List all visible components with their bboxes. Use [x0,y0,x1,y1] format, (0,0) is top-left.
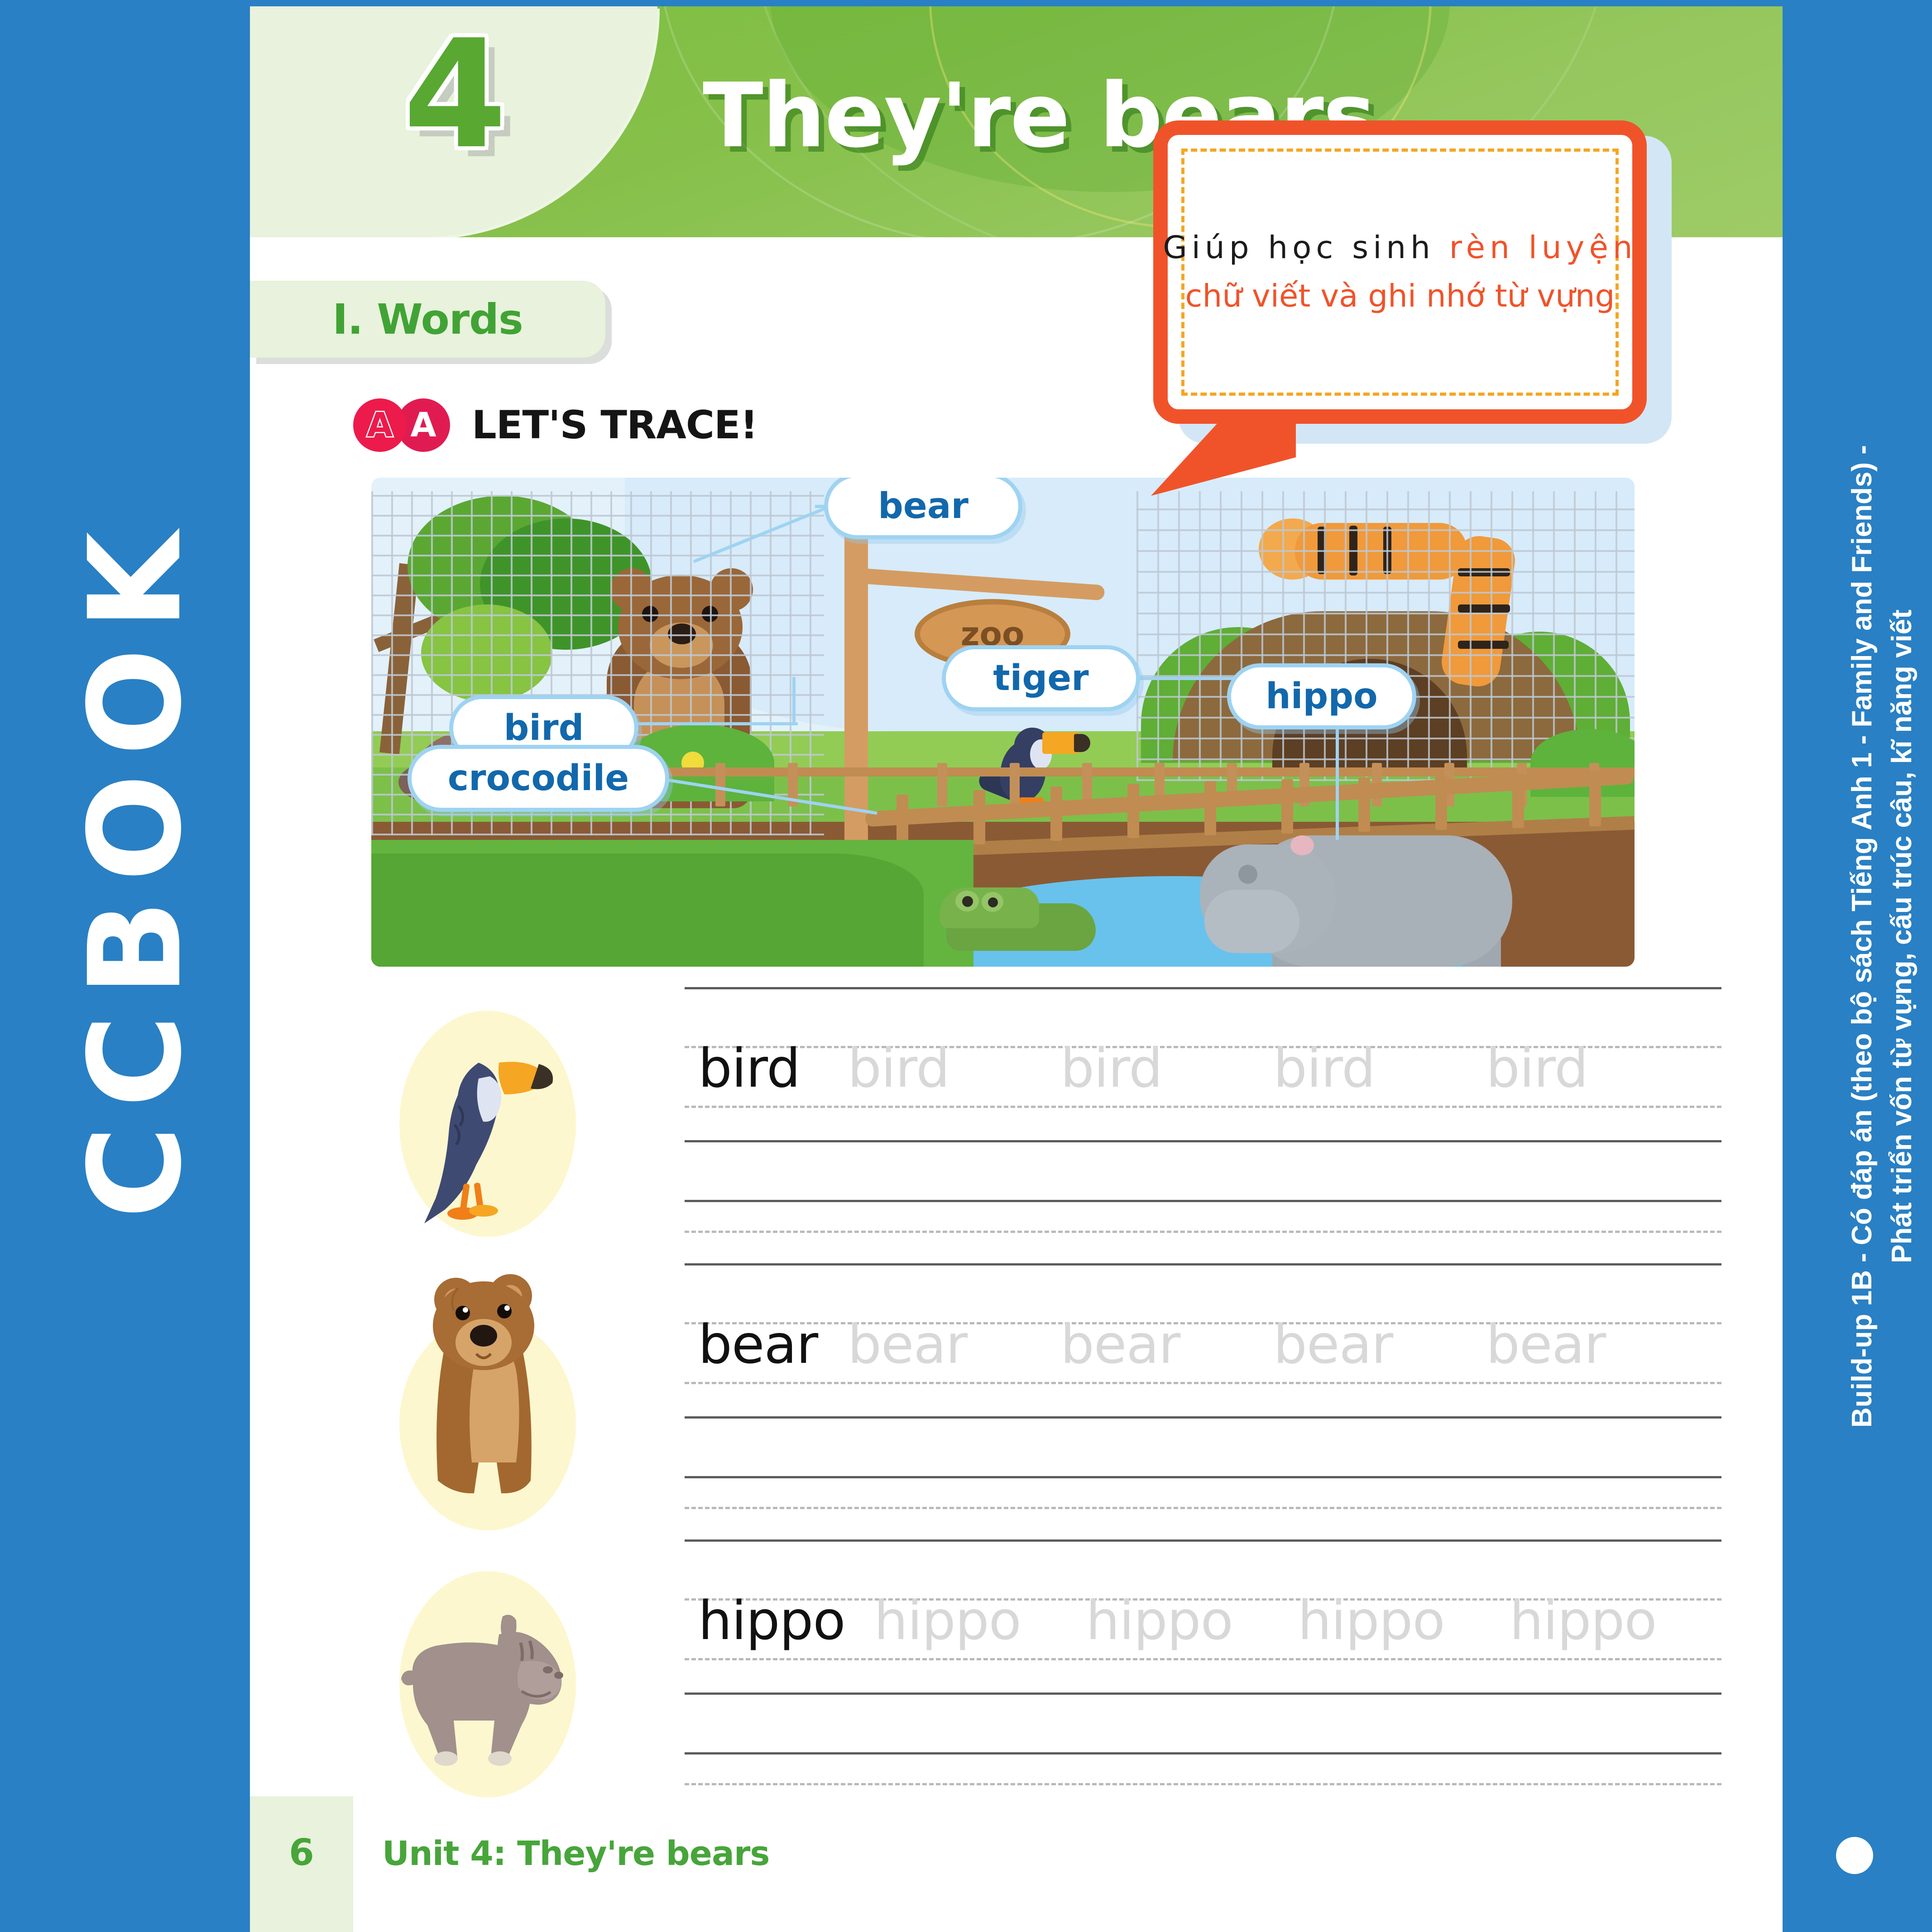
bridge-post [1050,786,1062,841]
bridge-post [1435,776,1447,830]
baseline-top [685,1263,1721,1266]
word-model-hippo: hippo [698,1589,846,1652]
bridge-post [1358,777,1370,832]
bridge-post [973,790,985,844]
zoo-gate-post [844,527,868,844]
callout-dashed-frame: Giúp học sinh rèn luyện chữ viết và ghi … [1163,149,1633,396]
word-ghost-hippo-4: hippo [1510,1589,1657,1652]
bridge-post [1281,779,1293,834]
word-ghost-hippo-2: hippo [1086,1589,1233,1652]
word-ghost-bird-3: bird [1273,1037,1376,1099]
leader-line-bird [630,722,798,725]
rail-line-2: Phát triển vốn từ vựng, cấu trúc câu, kĩ… [1886,609,1918,1263]
practice-row-bear: bear bear bear bear bear [250,1263,1783,1535]
section-chip-words: I. Words [250,281,605,358]
word-ghost-bear-4: bear [1486,1313,1606,1376]
hippo-illustration [401,1615,563,1766]
footer-unit-caption: Unit 4: They're bears [382,1834,770,1873]
word-ghost-hippo-3: hippo [1298,1589,1445,1652]
word-model-bear: bear [698,1313,818,1376]
practice-sheet-bird: bird bird bird bird bird [685,987,1721,1259]
baseline [685,1692,1721,1695]
midline [685,1382,1721,1384]
thumbnail-bear [386,1268,603,1530]
zoo-label-hippo[interactable]: hippo [1227,663,1416,729]
right-info-rail: Build-up 1B - Có đáp án (theo bộ sách Ti… [1783,0,1932,1932]
word-ghost-bird-1: bird [848,1037,950,1099]
midline [685,1507,1721,1509]
callout-text-black: Giúp học sinh [1163,230,1435,266]
leader-line-bird-2 [792,677,796,724]
worksheet-page: 4 They're bears I. Words A A LET'S TRACE… [250,0,1783,1932]
word-ghost-bird-4: bird [1486,1037,1588,1099]
word-line-bear: bear bear bear bear bear [698,1313,1721,1376]
activity-header: A A LET'S TRACE! [353,398,758,452]
thumbnail-bird [386,1011,603,1237]
practice-row-hippo: hippo hippo hippo hippo hippo [250,1539,1783,1811]
word-line-bird: bird bird bird bird bird [698,1037,1721,1099]
right-rail-description: Build-up 1B - Có đáp án (theo bộ sách Ti… [1842,99,1922,1774]
word-ghost-bear-3: bear [1273,1313,1393,1376]
bridge-post [1204,781,1216,835]
thumbnail-hippo [386,1567,603,1802]
callout-line-2: chữ viết và ghi nhớ từ vựng [1185,278,1615,314]
zoo-hippo-eye [1238,865,1257,884]
fence-post [715,763,725,806]
section-chip-label: I. Words [332,295,523,344]
fence-rail-far [625,767,1635,777]
unit-number: 4 [403,8,507,182]
zoo-illustration: zoo bear tiger hippo bird crocodile [371,478,1635,967]
activity-title: LET'S TRACE! [472,403,758,448]
word-ghost-hippo-1: hippo [874,1589,1021,1652]
midline [685,1231,1721,1233]
zoo-label-crocodile[interactable]: crocodile [407,745,669,812]
rail-bullet-dot [1836,1837,1873,1874]
baseline-top [685,987,1721,989]
fence-post [937,763,947,806]
fence-post [1010,763,1020,806]
top-blue-strip [250,0,1783,6]
zoo-label-tiger[interactable]: tiger [942,645,1140,711]
bird-illustration [424,1062,553,1223]
bush-foreground [371,853,924,967]
page-footer: 6 Unit 4: They're bears [250,1796,1783,1932]
baseline-top [685,1539,1721,1542]
practice-sheet-hippo: hippo hippo hippo hippo hippo [685,1539,1721,1811]
baseline [685,1200,1721,1202]
zoo-label-bear[interactable]: bear [824,478,1022,539]
bridge-post [1589,772,1601,826]
word-ghost-bear-2: bear [1060,1313,1180,1376]
rail-line-1: Build-up 1B - Có đáp án (theo bộ sách Ti… [1846,445,1878,1428]
midline [685,1658,1721,1660]
baseline [685,1140,1721,1142]
callout-line-1: Giúp học sinh rèn luyện [1163,224,1637,272]
callout-text-orange-1: rèn luyện [1449,230,1637,266]
callout-bubble: Giúp học sinh rèn luyện chữ viết và ghi … [1153,120,1647,424]
midline [685,1106,1721,1108]
bridge-post [1127,784,1139,838]
practice-sheet-bear: bear bear bear bear bear [685,1263,1721,1535]
word-ghost-bear-1: bear [848,1313,968,1376]
word-ghost-bird-2: bird [1060,1037,1163,1099]
midline [685,1783,1721,1785]
zoo-crocodile-pupil-left [962,896,973,907]
bridge-post [1512,774,1524,828]
baseline [685,1416,1721,1419]
baseline [685,1476,1721,1478]
page-number: 6 [289,1831,314,1874]
word-model-bird: bird [698,1037,801,1099]
letter-a-outline-icon: A [353,398,407,452]
brand-logo-text: CCBOOK [62,513,210,1219]
badge-letter-solid: A [410,406,436,445]
word-line-hippo: hippo hippo hippo hippo hippo [698,1589,1721,1652]
zoo-crocodile-pupil-right [988,897,998,907]
bear-illustration [433,1274,534,1494]
zoo-hippo-snout [1204,890,1299,953]
badge-letter-outline: A [366,405,394,446]
zoo-hippo-ear [1290,835,1314,855]
baseline [685,1752,1721,1755]
practice-row-bird: bird bird bird bird bird [250,987,1783,1259]
left-brand-rail: CCBOOK [0,0,250,1932]
